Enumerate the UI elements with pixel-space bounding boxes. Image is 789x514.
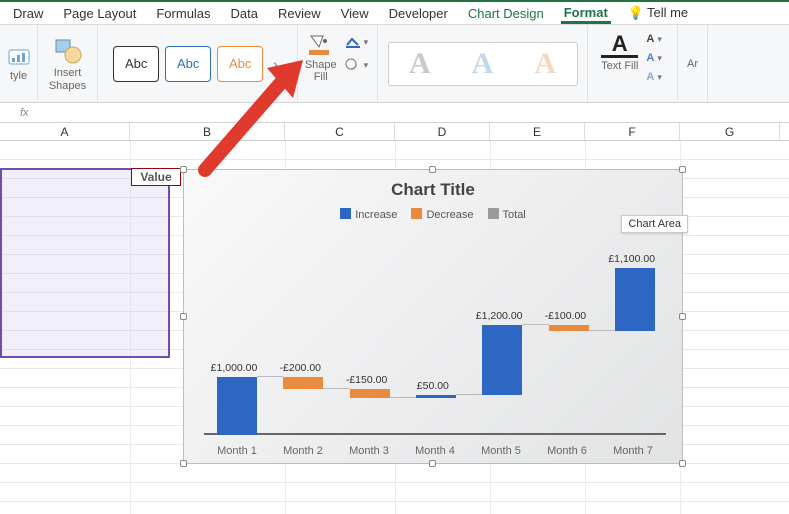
col-C[interactable]: C: [285, 123, 395, 140]
shape-style-2[interactable]: Abc: [165, 46, 211, 82]
data-label: -£100.00: [535, 310, 595, 322]
text-effects-button[interactable]: A▾: [644, 50, 663, 66]
insert-shapes-label: Insert Shapes: [49, 67, 86, 91]
wordart-style-3[interactable]: A: [534, 47, 556, 81]
ribbon-tabs: Draw Page Layout Formulas Data Review Vi…: [0, 0, 789, 25]
chart-bar[interactable]: -£200.00: [270, 262, 336, 435]
x-axis-label: Month 3: [336, 445, 402, 457]
resize-handle[interactable]: [429, 460, 436, 467]
resize-handle[interactable]: [679, 166, 686, 173]
data-label: -£150.00: [337, 374, 397, 386]
tab-data[interactable]: Data: [228, 4, 261, 23]
tab-page-layout[interactable]: Page Layout: [60, 4, 139, 23]
insert-shapes-icon: [53, 35, 83, 65]
shape-outline-button[interactable]: ▾: [343, 33, 371, 51]
resize-handle[interactable]: [180, 166, 187, 173]
shape-fill-label: Shape Fill: [305, 59, 337, 83]
legend-total: Total: [488, 208, 526, 221]
formula-bar[interactable]: fx: [0, 103, 789, 123]
data-label: -£200.00: [270, 362, 330, 374]
chart-style-icon: [7, 44, 31, 68]
col-F[interactable]: F: [585, 123, 680, 140]
x-axis-label: Month 5: [468, 445, 534, 457]
resize-handle[interactable]: [180, 460, 187, 467]
shape-fill-icon[interactable]: [305, 33, 333, 57]
tab-formulas[interactable]: Formulas: [153, 4, 213, 23]
resize-handle[interactable]: [180, 313, 187, 320]
x-axis-label: Month 2: [270, 445, 336, 457]
chevron-down-icon: ▾: [364, 60, 369, 71]
fx-icon: fx: [20, 107, 29, 119]
wordart-style-1[interactable]: A: [409, 47, 431, 81]
insert-shapes-group[interactable]: Insert Shapes: [38, 25, 98, 102]
chevron-right-icon[interactable]: ›: [269, 56, 282, 72]
x-axis-label: Month 6: [534, 445, 600, 457]
text-format-group: A Text Fill A▾ A▾ A▾: [588, 25, 678, 102]
chart-style-label: tyle: [10, 70, 27, 82]
tab-view[interactable]: View: [338, 4, 372, 23]
ribbon-toolbar: tyle Insert Shapes Abc Abc Abc › Shape F…: [0, 25, 789, 103]
shape-styles-group: Abc Abc Abc ›: [98, 25, 298, 102]
x-axis: Month 1Month 2Month 3Month 4Month 5Month…: [204, 445, 666, 457]
tab-draw[interactable]: Draw: [10, 4, 46, 23]
tab-review[interactable]: Review: [275, 4, 324, 23]
chart-tooltip: Chart Area: [621, 215, 688, 233]
resize-handle[interactable]: [679, 460, 686, 467]
col-G[interactable]: G: [680, 123, 780, 140]
x-axis-label: Month 1: [204, 445, 270, 457]
chart-bar[interactable]: -£150.00: [337, 262, 403, 435]
chart-bar[interactable]: -£100.00: [535, 262, 601, 435]
tell-me[interactable]: 💡Tell me: [625, 3, 691, 23]
col-B[interactable]: B: [130, 123, 285, 140]
tab-chart-design[interactable]: Chart Design: [465, 4, 547, 23]
chart-bar[interactable]: £50.00: [403, 262, 469, 435]
resize-handle[interactable]: [429, 166, 436, 173]
col-A[interactable]: A: [0, 123, 130, 140]
wordart-style-2[interactable]: A: [472, 47, 494, 81]
chart-style-group[interactable]: tyle: [0, 25, 38, 102]
worksheet-area[interactable]: Value Chart Title Increase Decrease Tota…: [0, 141, 789, 514]
chevron-down-icon: ▾: [364, 37, 369, 48]
chart-object[interactable]: Chart Title Increase Decrease Total Char…: [183, 169, 683, 464]
data-label: £50.00: [403, 380, 463, 392]
shape-style-3[interactable]: Abc: [217, 46, 263, 82]
arrange-label: Ar: [687, 58, 698, 70]
tab-format[interactable]: Format: [561, 3, 611, 24]
x-axis-label: Month 4: [402, 445, 468, 457]
legend-decrease: Decrease: [411, 208, 473, 221]
chart-bar[interactable]: £1,200.00: [469, 262, 535, 435]
text-effects2-button[interactable]: A▾: [644, 69, 663, 85]
chart-legend[interactable]: Increase Decrease Total: [184, 208, 682, 221]
shape-format-group: Shape Fill ▾ ▾: [298, 25, 378, 102]
text-fill-label: Text Fill: [601, 60, 638, 72]
resize-handle[interactable]: [679, 313, 686, 320]
column-headers: A B C D E F G: [0, 123, 789, 141]
data-label: £1,000.00: [204, 362, 264, 374]
x-axis-label: Month 7: [600, 445, 666, 457]
text-fill-icon[interactable]: A: [601, 31, 638, 58]
col-E[interactable]: E: [490, 123, 585, 140]
lightbulb-icon: 💡: [628, 5, 644, 21]
plot-area[interactable]: £1,000.00 -£200.00 -£150.00 £50.00 £1,200.00…: [204, 264, 666, 435]
chart-bar[interactable]: £1,000.00: [204, 262, 270, 435]
wordart-styles-group[interactable]: A A A: [378, 25, 588, 102]
legend-increase: Increase: [340, 208, 397, 221]
shape-effects-button[interactable]: ▾: [343, 56, 371, 74]
arrange-group[interactable]: Ar: [678, 25, 708, 102]
data-label: £1,200.00: [469, 310, 529, 322]
text-outline-button[interactable]: A▾: [644, 31, 663, 47]
tab-developer[interactable]: Developer: [386, 4, 451, 23]
col-D[interactable]: D: [395, 123, 490, 140]
chart-bar[interactable]: £1,100.00: [602, 262, 668, 435]
shape-style-1[interactable]: Abc: [113, 46, 159, 82]
chart-title[interactable]: Chart Title: [184, 170, 682, 200]
value-header-cell[interactable]: Value: [131, 168, 181, 186]
data-label: £1,100.00: [602, 253, 662, 265]
